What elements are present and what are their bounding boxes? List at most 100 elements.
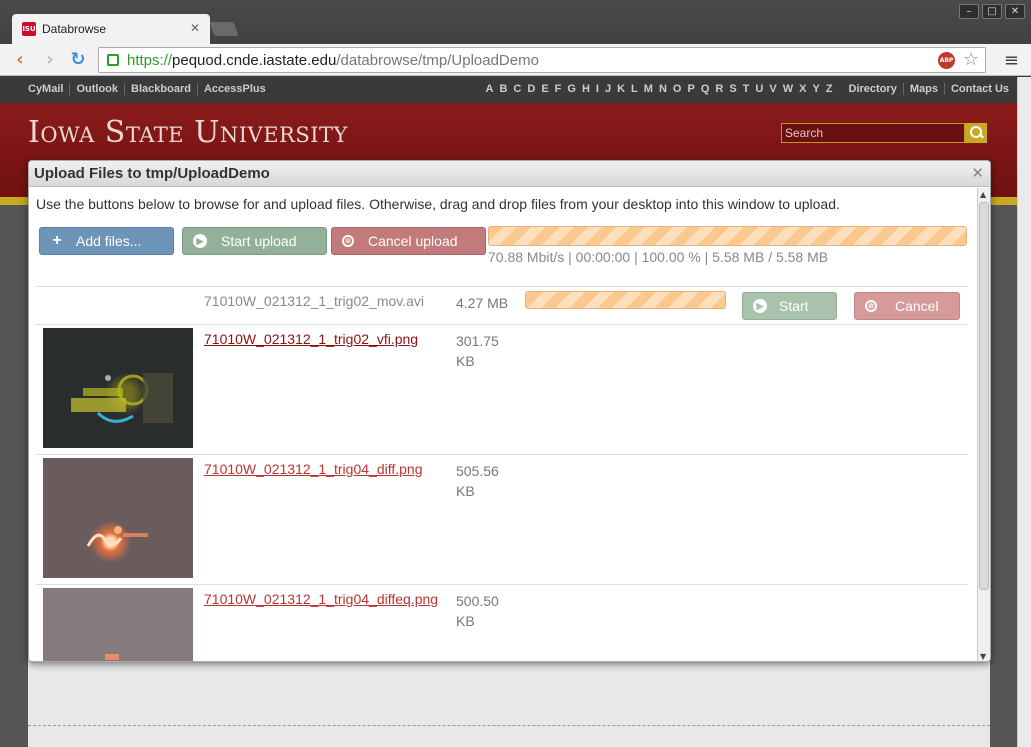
upload-instructions: Use the buttons below to browse for and … <box>36 196 840 212</box>
alpha-index-letter[interactable]: E <box>541 83 548 95</box>
file-link[interactable]: 71010W_021312_1_trig02_vfi.png <box>204 331 418 347</box>
page-scrollbar[interactable] <box>1017 77 1031 747</box>
file-row-pending: 71010W_021312_1_trig02_mov.avi 4.27 MB ▶… <box>36 286 968 324</box>
dialog-body: Use the buttons below to browse for and … <box>29 188 978 661</box>
utility-link[interactable]: Blackboard <box>125 83 198 95</box>
url-host: pequod.cnde.iastate.edu <box>172 51 337 69</box>
start-upload-label: Start upload <box>221 233 297 249</box>
alpha-index-letter[interactable]: C <box>513 83 521 95</box>
utility-left-links: CyMail Outlook Blackboard AccessPlus <box>28 83 272 95</box>
utility-nav: CyMail Outlook Blackboard AccessPlus ABCDEF… <box>0 77 1031 103</box>
utility-right-links: Directory Maps Contact Us <box>843 83 1015 95</box>
global-progress-bar <box>488 226 967 246</box>
browser-menu-icon[interactable]: ≡ <box>1004 50 1019 71</box>
file-size: 301.75 KB <box>456 331 516 371</box>
cancel-icon: ⊘ <box>865 300 877 312</box>
scroll-down-icon[interactable]: ▼ <box>980 652 986 661</box>
start-upload-button[interactable]: ▶ Start upload <box>182 227 327 255</box>
alpha-index-letter[interactable]: Z <box>826 83 833 95</box>
file-size-unit: KB <box>456 613 475 629</box>
site-search-input[interactable]: Search <box>781 123 965 143</box>
alpha-index-letter[interactable]: I <box>596 83 599 95</box>
utility-right: ABCDEFGHIJKLMNOPQRSTUVWXYZ Directory Maps… <box>486 83 1016 95</box>
utility-link[interactable]: Directory <box>843 83 904 95</box>
file-start-button[interactable]: ▶ Start <box>742 292 837 320</box>
file-size: 500.50 KB <box>456 591 516 631</box>
file-thumbnail[interactable] <box>43 458 193 578</box>
alpha-index-letter[interactable]: F <box>555 83 562 95</box>
file-size-unit: KB <box>456 353 475 369</box>
file-size-value: 500.50 <box>456 593 499 609</box>
alpha-index-letter[interactable]: M <box>644 83 653 95</box>
play-circle-icon: ▶ <box>753 299 767 313</box>
alpha-index-letter[interactable]: K <box>617 83 625 95</box>
utility-link[interactable]: Maps <box>904 83 945 95</box>
dialog-header[interactable]: Upload Files to tmp/UploadDemo ✕ <box>29 161 990 187</box>
dialog-close-icon[interactable]: ✕ <box>971 164 984 182</box>
file-size: 4.27 MB <box>456 295 509 311</box>
university-title[interactable]: Iowa State University <box>28 115 348 150</box>
alpha-index-letter[interactable]: R <box>715 83 723 95</box>
scroll-up-icon[interactable]: ▲ <box>980 190 986 199</box>
alpha-index-letter[interactable]: Y <box>812 83 819 95</box>
file-size-value: 505.56 <box>456 463 499 479</box>
file-cancel-button[interactable]: ⊘ Cancel <box>854 292 960 320</box>
alpha-index-letter[interactable]: N <box>659 83 667 95</box>
alpha-index-letter[interactable]: L <box>631 83 638 95</box>
browser-chrome: ISU Databrowse ✕ – □ ✕ ‹ › ↻ https://peq… <box>0 0 1031 76</box>
utility-link[interactable]: AccessPlus <box>198 83 272 95</box>
alpha-index-letter[interactable]: A <box>486 83 494 95</box>
close-window-button[interactable]: ✕ <box>1005 4 1025 19</box>
browser-toolbar: ‹ › ↻ https://pequod.cnde.iastate.edu/da… <box>0 44 1031 76</box>
cancel-upload-label: Cancel upload <box>368 233 458 249</box>
alpha-index-letter[interactable]: G <box>567 83 576 95</box>
utility-link[interactable]: CyMail <box>28 83 71 95</box>
upload-dialog: Upload Files to tmp/UploadDemo ✕ Use the… <box>28 160 991 662</box>
file-link[interactable]: 71010W_021312_1_trig04_diffeq.png <box>204 591 438 607</box>
favicon-icon: ISU <box>22 22 36 36</box>
plus-icon: + <box>52 232 62 249</box>
alpha-index-letter[interactable]: P <box>687 83 694 95</box>
alpha-index-letter[interactable]: Q <box>701 83 710 95</box>
bookmark-star-icon[interactable]: ☆ <box>963 49 979 70</box>
new-tab-button[interactable] <box>209 22 239 36</box>
address-bar[interactable]: https://pequod.cnde.iastate.edu/databrow… <box>98 47 986 73</box>
reload-icon[interactable]: ↻ <box>68 50 88 70</box>
maximize-button[interactable]: □ <box>982 4 1002 19</box>
search-icon[interactable] <box>965 123 987 143</box>
alpha-index-letter[interactable]: V <box>769 83 776 95</box>
alpha-index-letter[interactable]: J <box>605 83 611 95</box>
alpha-index-letter[interactable]: D <box>527 83 535 95</box>
alpha-index-letter[interactable]: S <box>729 83 736 95</box>
file-row: 71010W_021312_1_trig04_diffeq.png 500.50… <box>36 584 968 661</box>
thumbnail-image <box>105 654 119 660</box>
alpha-index-letter[interactable]: X <box>799 83 806 95</box>
browser-tab[interactable]: ISU Databrowse ✕ <box>12 14 210 44</box>
dialog-scrollbar[interactable]: ▲ ▼ <box>977 188 990 661</box>
file-thumbnail[interactable] <box>43 328 193 448</box>
file-link[interactable]: 71010W_021312_1_trig04_diff.png <box>204 461 422 477</box>
alpha-index-letter[interactable]: W <box>783 83 793 95</box>
lock-icon <box>107 54 119 66</box>
tab-close-icon[interactable]: ✕ <box>190 21 200 35</box>
cancel-upload-button[interactable]: ⊘ Cancel upload <box>331 227 486 255</box>
file-name: 71010W_021312_1_trig02_mov.avi <box>204 293 425 309</box>
alpha-index-letter[interactable]: T <box>743 83 750 95</box>
alpha-index-letter[interactable]: O <box>673 83 682 95</box>
alpha-index-letter[interactable]: B <box>499 83 507 95</box>
play-circle-icon: ▶ <box>193 234 207 248</box>
alpha-index-letter[interactable]: U <box>755 83 763 95</box>
back-icon[interactable]: ‹ <box>10 50 30 70</box>
file-thumbnail[interactable] <box>43 588 193 661</box>
utility-link[interactable]: Contact Us <box>945 83 1015 95</box>
window-controls: – □ ✕ <box>959 4 1025 19</box>
dialog-title: Upload Files to tmp/UploadDemo <box>34 165 270 182</box>
forward-icon[interactable]: › <box>40 50 60 70</box>
minimize-button[interactable]: – <box>959 4 979 19</box>
add-files-button[interactable]: + Add files... <box>39 227 174 255</box>
dialog-scroll-thumb[interactable] <box>979 202 989 590</box>
utility-link[interactable]: Outlook <box>70 83 126 95</box>
thumbnail-image <box>86 526 148 547</box>
adblock-icon[interactable]: ABP <box>938 52 955 69</box>
alpha-index-letter[interactable]: H <box>582 83 590 95</box>
